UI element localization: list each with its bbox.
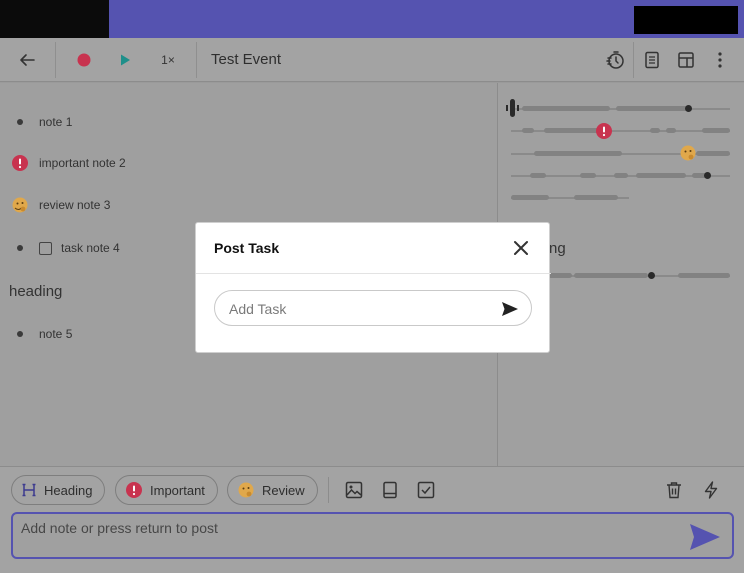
important-icon xyxy=(12,155,28,171)
task-input[interactable] xyxy=(229,299,489,319)
toolbar-divider xyxy=(196,42,197,78)
list-item[interactable]: note 1 xyxy=(0,108,72,136)
playback-speed-button[interactable]: 1× xyxy=(154,38,182,82)
toolbar-divider xyxy=(633,42,634,78)
window-top-bar xyxy=(0,0,744,38)
book-icon[interactable] xyxy=(379,479,401,501)
important-icon xyxy=(596,123,612,139)
trash-icon[interactable] xyxy=(663,479,685,501)
timer-icon[interactable] xyxy=(602,38,628,82)
timeline-row xyxy=(508,171,730,181)
close-icon[interactable] xyxy=(512,239,530,257)
note-input[interactable] xyxy=(21,518,681,538)
review-emoji-icon xyxy=(12,197,28,213)
playhead-icon[interactable] xyxy=(506,98,520,118)
note-text: note 1 xyxy=(39,115,73,129)
bullet-icon xyxy=(17,331,23,337)
back-arrow-icon[interactable] xyxy=(12,38,42,82)
chip-label: Important xyxy=(150,482,205,498)
note-text: important note 2 xyxy=(39,156,126,170)
lightning-icon[interactable] xyxy=(700,479,722,501)
redacted-block-right xyxy=(634,6,738,34)
list-item[interactable]: important note 2 xyxy=(0,149,126,177)
timeline-row xyxy=(508,145,730,161)
review-emoji-icon xyxy=(680,145,696,161)
send-icon[interactable] xyxy=(688,522,722,552)
note-text: task note 4 xyxy=(61,241,120,255)
timeline-dot xyxy=(704,172,711,179)
bullet-icon xyxy=(17,245,23,251)
timeline-dot xyxy=(648,272,655,279)
bullet-icon xyxy=(17,119,23,125)
chip-label: Heading xyxy=(44,482,93,498)
list-item[interactable]: note 5 xyxy=(0,320,72,348)
task-input-box[interactable] xyxy=(214,290,532,326)
play-icon[interactable] xyxy=(113,38,137,82)
notes-heading: heading xyxy=(9,283,63,300)
layout-icon[interactable] xyxy=(674,38,698,82)
important-icon xyxy=(126,482,142,498)
timeline-row xyxy=(506,99,730,117)
timeline-row xyxy=(508,123,730,139)
note-input-box[interactable] xyxy=(11,512,734,559)
note-text: review note 3 xyxy=(39,198,111,212)
timeline-heading: ng xyxy=(549,240,566,257)
dialog-header: Post Task xyxy=(196,223,551,274)
more-vertical-icon[interactable] xyxy=(710,38,730,82)
heading-icon xyxy=(22,483,36,497)
review-chip-button[interactable]: Review xyxy=(227,475,318,505)
toolbar: 1× Test Event xyxy=(0,38,744,82)
redacted-block-left xyxy=(0,0,109,38)
record-icon[interactable] xyxy=(72,38,96,82)
note-text: note 5 xyxy=(39,327,73,341)
important-chip-button[interactable]: Important xyxy=(115,475,218,505)
list-item[interactable]: review note 3 xyxy=(0,191,110,219)
composer: Heading Important Review xyxy=(0,466,744,573)
send-icon[interactable] xyxy=(501,300,519,318)
timeline-dot xyxy=(685,105,692,112)
event-title: Test Event xyxy=(211,51,282,68)
chip-label: Review xyxy=(262,482,305,498)
toolbar-divider xyxy=(55,42,56,78)
task-checkbox[interactable] xyxy=(39,241,52,255)
post-task-dialog: Post Task xyxy=(195,222,551,353)
image-icon[interactable] xyxy=(343,479,365,501)
list-item[interactable]: task note 4 xyxy=(0,234,120,262)
task-checkbox-icon[interactable] xyxy=(415,479,437,501)
heading-chip-button[interactable]: Heading xyxy=(11,475,106,505)
timeline-row xyxy=(508,193,730,203)
document-icon[interactable] xyxy=(640,38,664,82)
review-emoji-icon xyxy=(238,482,254,498)
dialog-title: Post Task xyxy=(214,240,280,256)
composer-divider xyxy=(328,477,329,503)
